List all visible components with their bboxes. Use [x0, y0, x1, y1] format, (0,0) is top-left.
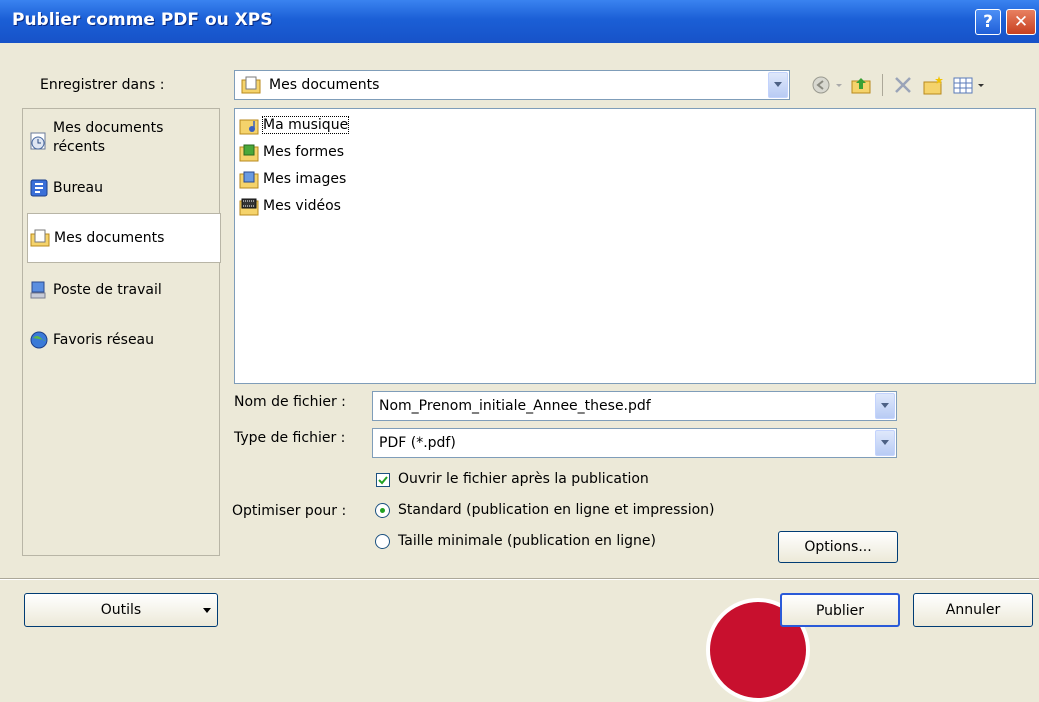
- filetype-value: PDF (*.pdf): [379, 435, 456, 451]
- caret-down-icon: [203, 608, 211, 613]
- place-label: Bureau: [53, 180, 103, 196]
- filename-input[interactable]: Nom_Prenom_initiale_Annee_these.pdf: [372, 391, 897, 421]
- place-label: Mes documents: [54, 230, 165, 246]
- shapes-folder-icon: [239, 144, 259, 162]
- delete-icon[interactable]: [892, 74, 914, 96]
- place-network[interactable]: Favoris réseau: [27, 325, 217, 355]
- filetype-label: Type de fichier :: [234, 430, 346, 446]
- minimal-label: Taille minimale (publication en ligne): [398, 533, 656, 549]
- my-computer-icon: [30, 281, 46, 299]
- file-name: Mes images: [263, 171, 347, 187]
- minimal-radio[interactable]: [375, 534, 390, 549]
- place-label: Favoris réseau: [53, 332, 155, 348]
- open-after-checkbox[interactable]: [376, 473, 390, 487]
- options-button[interactable]: Options...: [778, 531, 898, 563]
- open-after-label: Ouvrir le fichier après la publication: [398, 471, 649, 487]
- toolbar-separator: [882, 74, 883, 96]
- place-desktop[interactable]: Bureau: [27, 175, 217, 201]
- title-bar[interactable]: Publier comme PDF ou XPS ? ✕: [0, 0, 1039, 43]
- filename-label: Nom de fichier :: [234, 394, 346, 410]
- bottom-separator: [0, 578, 1039, 580]
- network-places-icon: [30, 331, 48, 349]
- desktop-icon: [30, 179, 48, 197]
- place-label: Poste de travail: [53, 282, 162, 298]
- chevron-down-icon[interactable]: [875, 430, 895, 456]
- places-bar: Mes documents récents Bureau Mes documen…: [22, 108, 221, 556]
- file-name: Mes formes: [263, 144, 344, 160]
- filetype-dropdown[interactable]: PDF (*.pdf): [372, 428, 897, 458]
- place-my-computer[interactable]: Poste de travail: [27, 275, 217, 305]
- new-folder-icon[interactable]: [922, 74, 944, 96]
- radio-dot: [380, 508, 385, 513]
- standard-radio[interactable]: [375, 503, 390, 518]
- back-dropdown-icon[interactable]: [834, 74, 844, 96]
- place-my-documents[interactable]: Mes documents: [27, 213, 221, 263]
- save-in-value: Mes documents: [269, 77, 380, 93]
- check-icon: [378, 476, 388, 485]
- videos-folder-icon: [239, 198, 259, 216]
- my-documents-icon: [30, 229, 50, 247]
- chevron-down-icon[interactable]: [875, 393, 895, 419]
- help-button[interactable]: ?: [975, 9, 1001, 35]
- my-documents-icon: [241, 76, 261, 94]
- filename-value: Nom_Prenom_initiale_Annee_these.pdf: [379, 398, 651, 414]
- cancel-button[interactable]: Annuler: [913, 593, 1033, 627]
- file-name: Ma musique: [261, 116, 350, 134]
- tools-button[interactable]: Outils: [24, 593, 218, 627]
- standard-label: Standard (publication en ligne et impres…: [398, 502, 715, 518]
- save-in-label: Enregistrer dans :: [40, 77, 165, 93]
- back-icon[interactable]: [810, 74, 832, 96]
- file-list[interactable]: Ma musique Mes formes Mes images Mes vid…: [234, 108, 1036, 384]
- window-title: Publier comme PDF ou XPS: [12, 10, 273, 30]
- file-name: Mes vidéos: [263, 198, 341, 214]
- views-icon[interactable]: [952, 74, 974, 96]
- recent-documents-icon: [30, 132, 46, 150]
- chevron-down-icon[interactable]: [768, 72, 788, 98]
- up-folder-icon[interactable]: [850, 74, 872, 96]
- publish-button[interactable]: Publier: [780, 593, 900, 627]
- music-folder-icon: [239, 119, 259, 135]
- tools-label: Outils: [100, 602, 142, 618]
- pictures-folder-icon: [239, 171, 259, 189]
- place-recent-documents[interactable]: Mes documents récents: [27, 119, 217, 163]
- save-in-dropdown[interactable]: Mes documents: [234, 70, 790, 100]
- optimize-label: Optimiser pour :: [232, 503, 347, 519]
- place-label: Mes documents récents: [53, 120, 164, 155]
- views-dropdown-icon[interactable]: [976, 74, 986, 96]
- close-button[interactable]: ✕: [1006, 9, 1036, 35]
